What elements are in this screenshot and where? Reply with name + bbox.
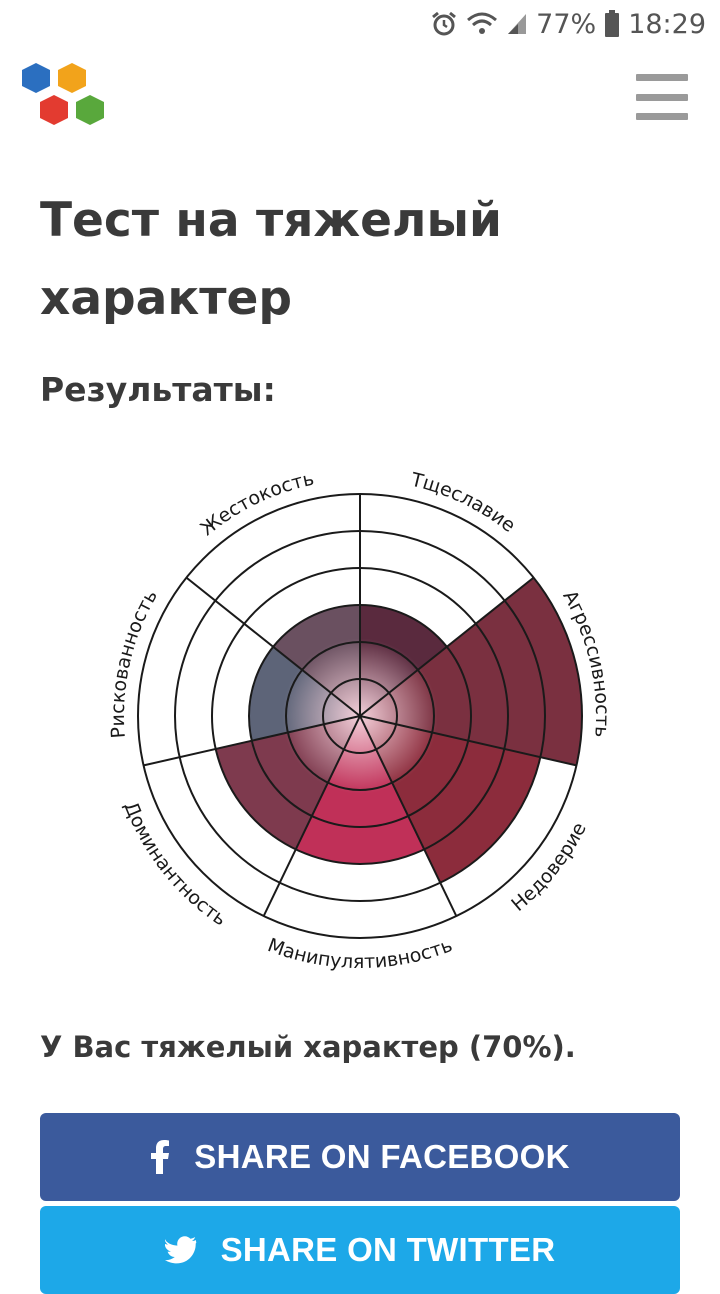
share-twitter-button[interactable]: SHARE ON TWITTER <box>40 1206 680 1294</box>
hexagon-cluster-logo-icon[interactable] <box>18 62 110 132</box>
status-bar: 77% 18:29 <box>0 0 720 48</box>
category-label: Манипулятивность <box>265 934 456 973</box>
menu-line <box>636 113 688 120</box>
signal-icon <box>508 14 527 34</box>
hamburger-menu-icon[interactable] <box>636 74 688 120</box>
menu-line <box>636 74 688 81</box>
category-label: Жестокость <box>196 468 316 541</box>
result-text: У Вас тяжелый характер (70%). <box>40 1030 576 1064</box>
battery-percent: 77% <box>536 8 597 40</box>
battery-icon <box>605 10 620 37</box>
menu-line <box>636 93 688 101</box>
page-title: Тест на тяжелый характер <box>40 193 502 326</box>
category-label: Доминантность <box>119 798 230 930</box>
share-twitter-label: SHARE ON TWITTER <box>220 1231 556 1268</box>
category-label: Рискованность <box>107 586 162 739</box>
alarm-icon <box>432 11 457 36</box>
wifi-icon <box>467 12 498 34</box>
facebook-icon <box>151 1140 170 1174</box>
share-facebook-button[interactable]: SHARE ON FACEBOOK <box>40 1113 680 1201</box>
results-heading: Результаты: <box>40 370 276 409</box>
twitter-icon <box>164 1236 196 1264</box>
result-wheel-chart: ТщеславиеАгрессивностьНедовериеМанипулят… <box>107 468 613 973</box>
clock: 18:29 <box>628 8 706 40</box>
share-facebook-label: SHARE ON FACEBOOK <box>194 1138 570 1175</box>
